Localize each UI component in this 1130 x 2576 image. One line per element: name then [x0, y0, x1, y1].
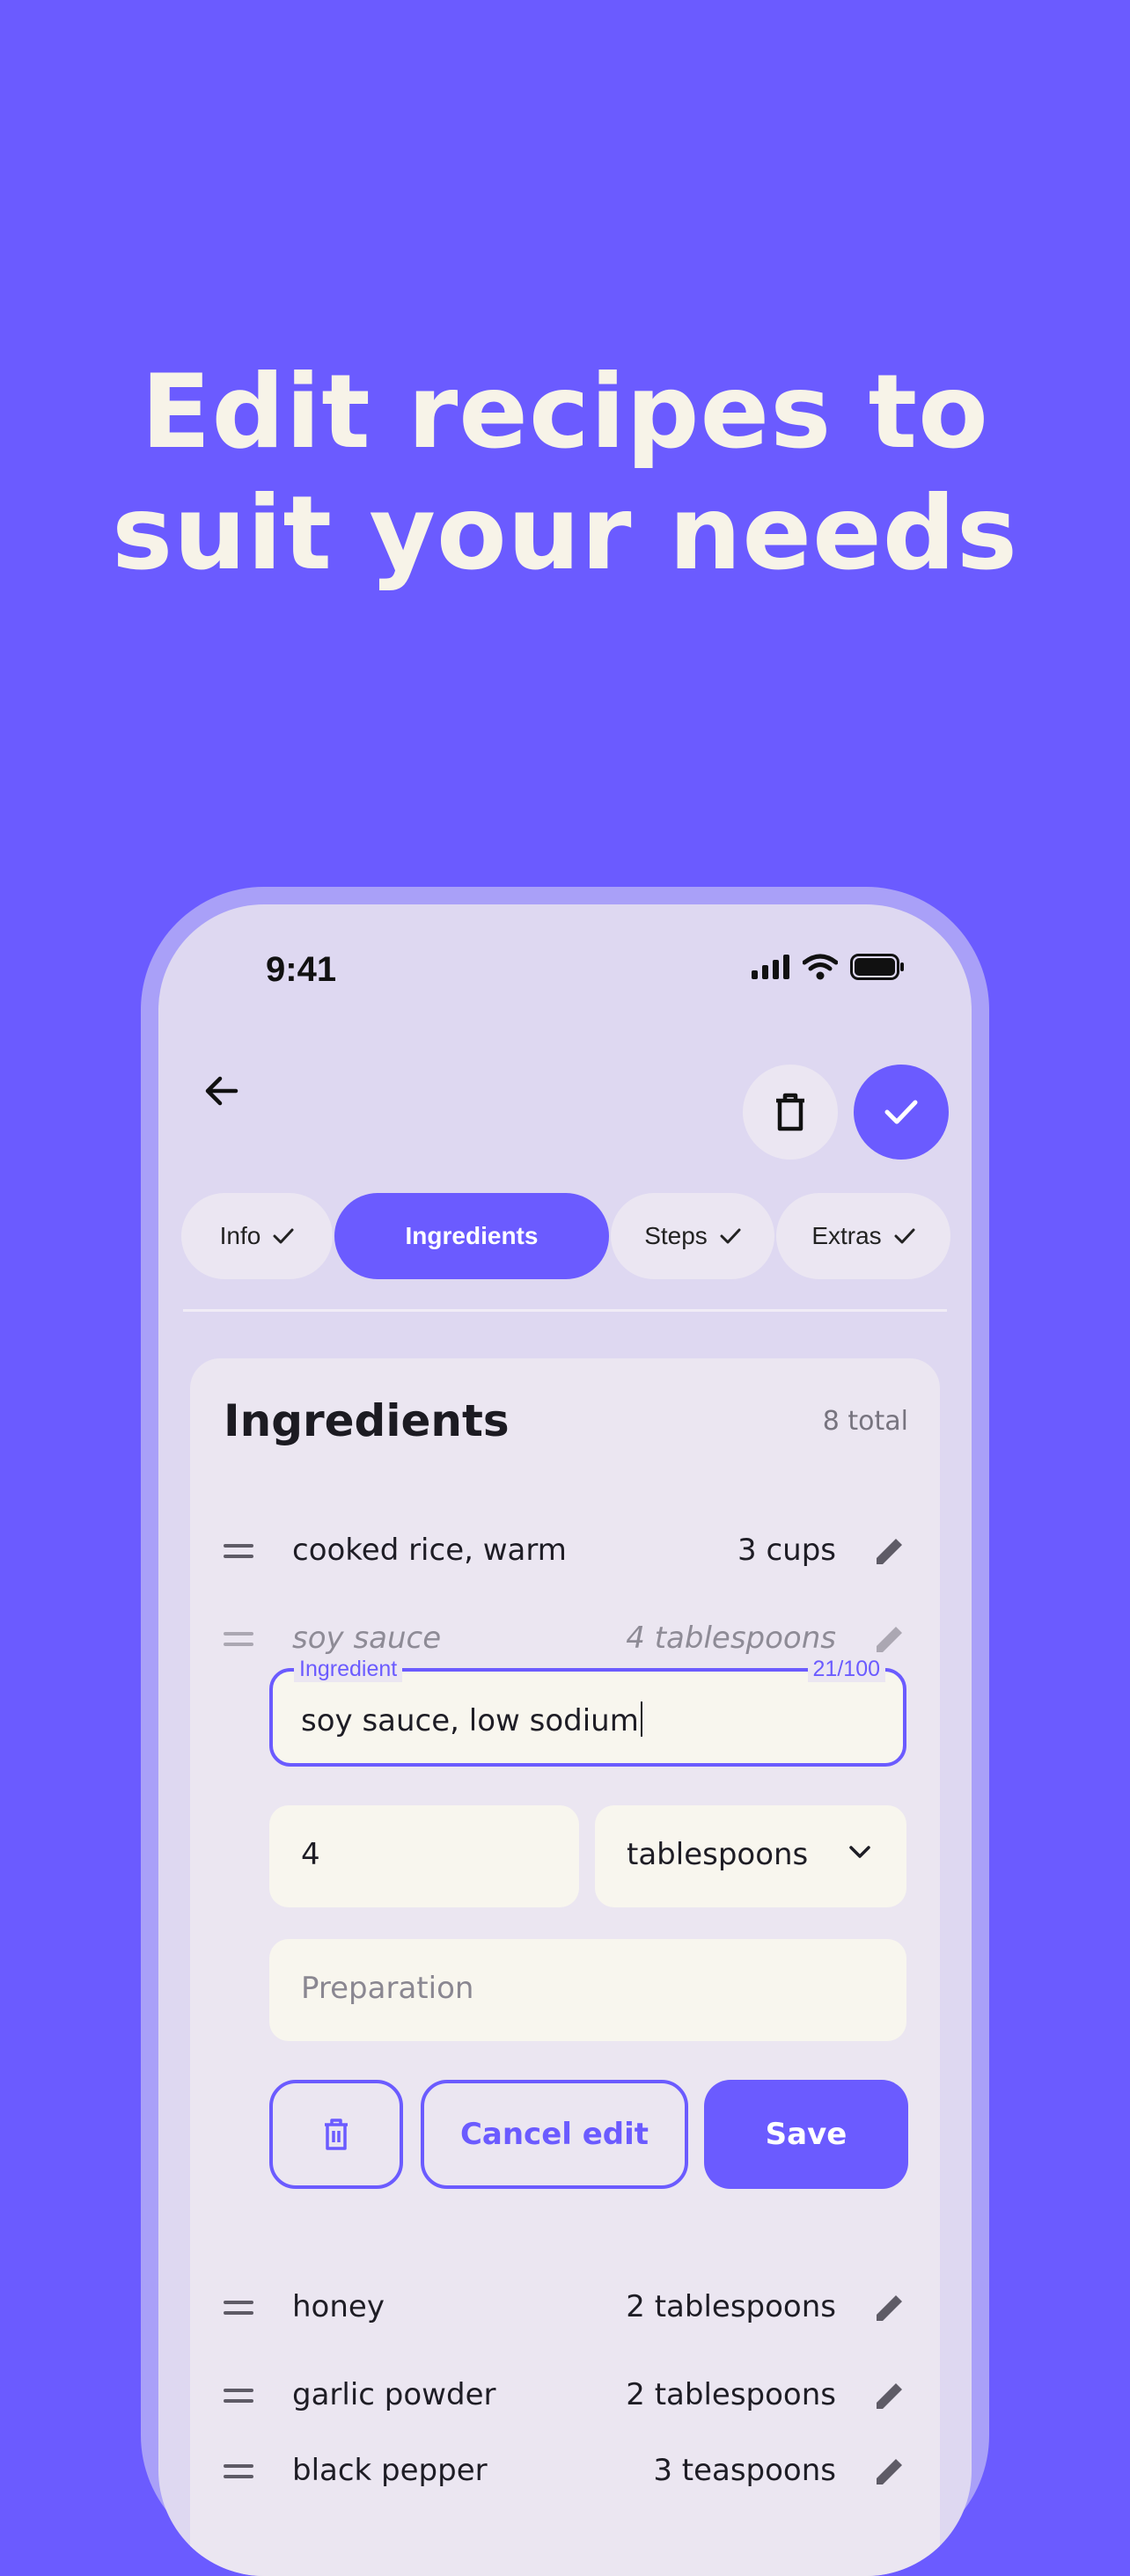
headline-line-1: Edit recipes to: [141, 353, 989, 472]
ingredient-name: cooked rice, warm: [292, 1533, 567, 1568]
list-item[interactable]: honey 2 tablespoons: [190, 2273, 940, 2344]
list-item[interactable]: cooked rice, warm 3 cups: [190, 1517, 940, 1587]
headline: Edit recipes to suit your needs: [0, 352, 1130, 595]
ingredient-qty: 2 tablespoons: [626, 2377, 836, 2412]
quantity-input[interactable]: 4: [269, 1805, 579, 1907]
tab-extras[interactable]: Extras: [776, 1193, 950, 1279]
check-icon: [273, 1228, 294, 1244]
drag-handle-icon[interactable]: [224, 1629, 253, 1649]
text-caret: [640, 1701, 642, 1737]
battery-icon: [850, 954, 904, 980]
save-ingredient-button[interactable]: Save: [704, 2080, 908, 2189]
pencil-icon[interactable]: [873, 1534, 906, 1568]
back-button[interactable]: [185, 1054, 259, 1128]
delete-ingredient-button[interactable]: [269, 2080, 403, 2189]
check-icon: [720, 1228, 741, 1244]
check-icon: [894, 1228, 915, 1244]
ingredients-card: Ingredients 8 total cooked rice, warm 3 …: [190, 1358, 940, 2576]
signal-icon: [752, 955, 789, 979]
drag-handle-icon[interactable]: [224, 1541, 253, 1561]
wifi-icon: [803, 954, 838, 980]
ingredient-name: honey: [292, 2289, 385, 2324]
cancel-edit-button[interactable]: Cancel edit: [421, 2080, 688, 2189]
list-item[interactable]: black pepper 3 teaspoons: [190, 2437, 940, 2507]
ingredient-field-label: Ingredient: [294, 1656, 403, 1682]
tab-info[interactable]: Info: [181, 1193, 333, 1279]
ingredient-qty: 3 teaspoons: [653, 2453, 836, 2488]
chevron-down-icon: [849, 1846, 870, 1858]
pencil-icon[interactable]: [873, 1622, 906, 1656]
ingredient-input[interactable]: Ingredient 21/100 soy sauce, low sodium: [269, 1656, 906, 1767]
ingredient-count: 8 total: [822, 1406, 908, 1437]
unit-select[interactable]: tablespoons: [595, 1805, 906, 1907]
status-time: 9:41: [266, 950, 337, 989]
list-item[interactable]: garlic powder 2 tablespoons: [190, 2361, 940, 2432]
tab-steps[interactable]: Steps: [611, 1193, 774, 1279]
pencil-icon[interactable]: [873, 2379, 906, 2412]
ingredient-name: soy sauce: [292, 1621, 442, 1656]
drag-handle-icon[interactable]: [224, 2462, 253, 2481]
ingredient-input-value: soy sauce, low sodium: [301, 1703, 639, 1738]
check-icon: [884, 1100, 918, 1124]
headline-line-2: suit your needs: [112, 474, 1018, 593]
delete-recipe-button[interactable]: [743, 1065, 838, 1160]
pencil-icon[interactable]: [873, 2455, 906, 2488]
arrow-left-icon: [205, 1076, 238, 1106]
tab-ingredients-label: Ingredients: [405, 1222, 539, 1249]
tab-info-label: Info: [219, 1222, 261, 1249]
status-icons: [752, 954, 905, 980]
tab-extras-label: Extras: [811, 1222, 882, 1249]
trash-icon: [325, 2119, 348, 2150]
phone-screen: 9:41 Info Ingredients Steps Extras Ingre…: [158, 904, 972, 2576]
tab-ingredients[interactable]: Ingredients: [334, 1193, 609, 1279]
ingredient-name: garlic powder: [292, 2377, 496, 2412]
unit-value: tablespoons: [627, 1837, 809, 1872]
drag-handle-icon[interactable]: [224, 2298, 253, 2317]
ingredient-name: black pepper: [292, 2453, 488, 2488]
quantity-value: 4: [301, 1837, 320, 1872]
pencil-icon[interactable]: [873, 2291, 906, 2324]
card-title: Ingredients: [224, 1395, 510, 1446]
ingredient-qty: 4 tablespoons: [626, 1621, 836, 1656]
char-counter: 21/100: [807, 1656, 885, 1682]
preparation-input[interactable]: Preparation: [269, 1939, 906, 2041]
save-recipe-button[interactable]: [854, 1065, 949, 1160]
ingredient-qty: 2 tablespoons: [626, 2289, 836, 2324]
tabs-divider: [183, 1309, 947, 1312]
drag-handle-icon[interactable]: [224, 2386, 253, 2405]
tab-steps-label: Steps: [644, 1222, 708, 1249]
ingredient-qty: 3 cups: [737, 1533, 836, 1568]
preparation-placeholder: Preparation: [301, 1971, 474, 2006]
trash-icon: [776, 1093, 804, 1131]
